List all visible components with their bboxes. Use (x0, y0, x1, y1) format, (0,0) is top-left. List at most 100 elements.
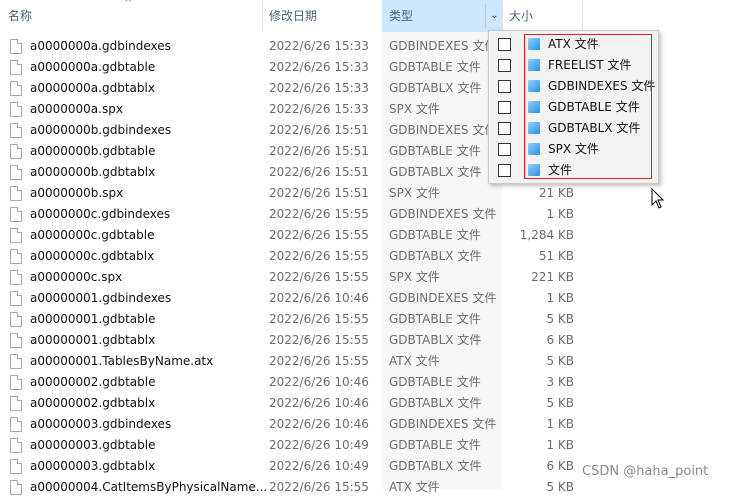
file-type: GDBTABLX 文件 (389, 459, 482, 473)
file-date: 2022/6/26 15:55 (269, 333, 369, 347)
filter-menu-item-label: GDBINDEXES 文件 (548, 79, 656, 93)
column-header-name-label: 名称 (8, 9, 33, 23)
column-header-size-label: 大小 (509, 9, 534, 23)
file-name: a00000004.CatItemsByPhysicalName... (30, 480, 268, 494)
filter-checkbox[interactable] (498, 38, 511, 51)
file-date: 2022/6/26 15:55 (269, 249, 369, 263)
file-type: GDBINDEXES 文件 (389, 207, 497, 221)
file-size: 51 KB (538, 249, 574, 263)
filter-menu-item-label: FREELIST 文件 (548, 58, 632, 72)
file-name: a0000000a.gdbtablx (30, 81, 155, 95)
column-divider[interactable] (582, 0, 583, 32)
file-row[interactable]: a00000004.CatItemsByPhysicalName... 2022/… (0, 477, 736, 498)
file-row[interactable]: a00000001.gdbindexes 2022/6/26 10:46 GDBIN… (0, 288, 736, 309)
file-icon (10, 249, 22, 264)
file-type: GDBTABLX 文件 (389, 249, 482, 263)
file-type: GDBTABLE 文件 (389, 228, 481, 242)
file-size: 6 KB (546, 459, 574, 473)
file-row[interactable]: a00000001.gdbtable 2022/6/26 15:55 GDBTABL… (0, 309, 736, 330)
file-icon (10, 60, 22, 75)
file-type: GDBTABLX 文件 (389, 165, 482, 179)
column-header-name[interactable]: 名称 (8, 0, 32, 32)
file-size: 221 KB (531, 270, 574, 284)
filter-checkbox[interactable] (498, 80, 511, 93)
file-date: 2022/6/26 15:51 (269, 165, 369, 179)
file-name: a00000002.gdbtablx (30, 396, 156, 410)
column-header-type-label: 类型 (389, 9, 414, 23)
file-type-icon (528, 59, 540, 71)
file-size: 1 KB (546, 438, 574, 452)
file-row[interactable]: a0000000c.gdbtable 2022/6/26 15:55 GDBTABL… (0, 225, 736, 246)
column-divider[interactable] (502, 0, 503, 32)
file-row[interactable]: a00000001.gdbtablx 2022/6/26 15:55 GDBTABL… (0, 330, 736, 351)
file-row[interactable]: a00000003.gdbindexes 2022/6/26 10:46 GDBIN… (0, 414, 736, 435)
filter-menu-item-label: SPX 文件 (548, 142, 599, 156)
file-type: SPX 文件 (389, 270, 440, 284)
filter-menu-item-label: GDBTABLX 文件 (548, 121, 641, 135)
file-row[interactable]: a0000000c.gdbindexes 2022/6/26 15:55 GDBIN… (0, 204, 736, 225)
file-name: a0000000c.gdbtable (30, 228, 155, 242)
filter-menu-item[interactable]: FREELIST 文件 (489, 55, 658, 76)
file-type: GDBINDEXES 文件 (389, 291, 497, 305)
file-type-icon (528, 143, 540, 155)
filter-menu-item[interactable]: ATX 文件 (489, 34, 658, 55)
file-icon (10, 312, 22, 327)
file-date: 2022/6/26 15:55 (269, 312, 369, 326)
filter-checkbox[interactable] (498, 59, 511, 72)
filter-menu-item[interactable]: 文件 (489, 160, 658, 181)
type-filter-menu: ATX 文件 FREELIST 文件 GDBINDEXES 文件 GDBTABLE 文… (488, 30, 659, 184)
column-header-size[interactable]: 大小 (509, 0, 533, 32)
file-row[interactable]: a00000002.gdbtablx 2022/6/26 10:46 GDBTABL… (0, 393, 736, 414)
file-type: SPX 文件 (389, 186, 440, 200)
filter-menu-item[interactable]: GDBTABLX 文件 (489, 118, 658, 139)
file-type: GDBTABLX 文件 (389, 333, 482, 347)
file-icon (10, 144, 22, 159)
file-date: 2022/6/26 10:46 (269, 375, 369, 389)
filter-menu-item[interactable]: SPX 文件 (489, 139, 658, 160)
file-size: 1,284 KB (519, 228, 574, 242)
file-icon (10, 123, 22, 138)
file-row[interactable]: a0000000b.spx 2022/6/26 15:51 SPX 文件 21 KB (0, 183, 736, 204)
file-type: GDBTABLX 文件 (389, 396, 482, 410)
file-row[interactable]: a00000003.gdbtable 2022/6/26 10:49 GDBTABL… (0, 435, 736, 456)
file-date: 2022/6/26 15:51 (269, 186, 369, 200)
file-name: a0000000a.spx (30, 102, 123, 116)
filter-dropdown-button[interactable]: ⌄ (485, 4, 503, 28)
file-icon (10, 102, 22, 117)
file-date: 2022/6/26 10:49 (269, 459, 369, 473)
file-name: a00000001.gdbtablx (30, 333, 156, 347)
column-divider[interactable] (262, 0, 263, 32)
file-icon (10, 207, 22, 222)
file-type: GDBINDEXES 文件 (389, 417, 497, 431)
file-row[interactable]: a00000002.gdbtable 2022/6/26 10:46 GDBTABL… (0, 372, 736, 393)
file-type: GDBINDEXES 文件 (389, 39, 497, 53)
file-size: 6 KB (546, 333, 574, 347)
file-name: a00000003.gdbtablx (30, 459, 156, 473)
file-size: 21 KB (538, 186, 574, 200)
filter-checkbox[interactable] (498, 101, 511, 114)
file-date: 2022/6/26 15:55 (269, 270, 369, 284)
file-type-icon (528, 80, 540, 92)
file-row[interactable]: a0000000c.spx 2022/6/26 15:55 SPX 文件 221 KB (0, 267, 736, 288)
column-header-modified[interactable]: 修改日期 (269, 0, 317, 32)
filter-checkbox[interactable] (498, 122, 511, 135)
file-name: a00000001.gdbindexes (30, 291, 172, 305)
filter-menu-item[interactable]: GDBINDEXES 文件 (489, 76, 658, 97)
file-size: 5 KB (546, 312, 574, 326)
file-date: 2022/6/26 10:49 (269, 438, 369, 452)
file-icon (10, 417, 22, 432)
file-icon (10, 186, 22, 201)
file-type-icon (528, 122, 540, 134)
file-name: a0000000c.gdbindexes (30, 207, 171, 221)
file-date: 2022/6/26 15:55 (269, 480, 369, 494)
file-type-icon (528, 101, 540, 113)
file-row[interactable]: a0000000c.gdbtablx 2022/6/26 15:55 GDBTABL… (0, 246, 736, 267)
file-icon (10, 165, 22, 180)
filter-checkbox[interactable] (498, 164, 511, 177)
file-date: 2022/6/26 15:51 (269, 123, 369, 137)
file-row[interactable]: a00000001.TablesByName.atx 2022/6/26 15:5… (0, 351, 736, 372)
sort-ascending-icon: ^ (124, 0, 133, 9)
file-name: a00000003.gdbindexes (30, 417, 172, 431)
filter-menu-item[interactable]: GDBTABLE 文件 (489, 97, 658, 118)
filter-checkbox[interactable] (498, 143, 511, 156)
